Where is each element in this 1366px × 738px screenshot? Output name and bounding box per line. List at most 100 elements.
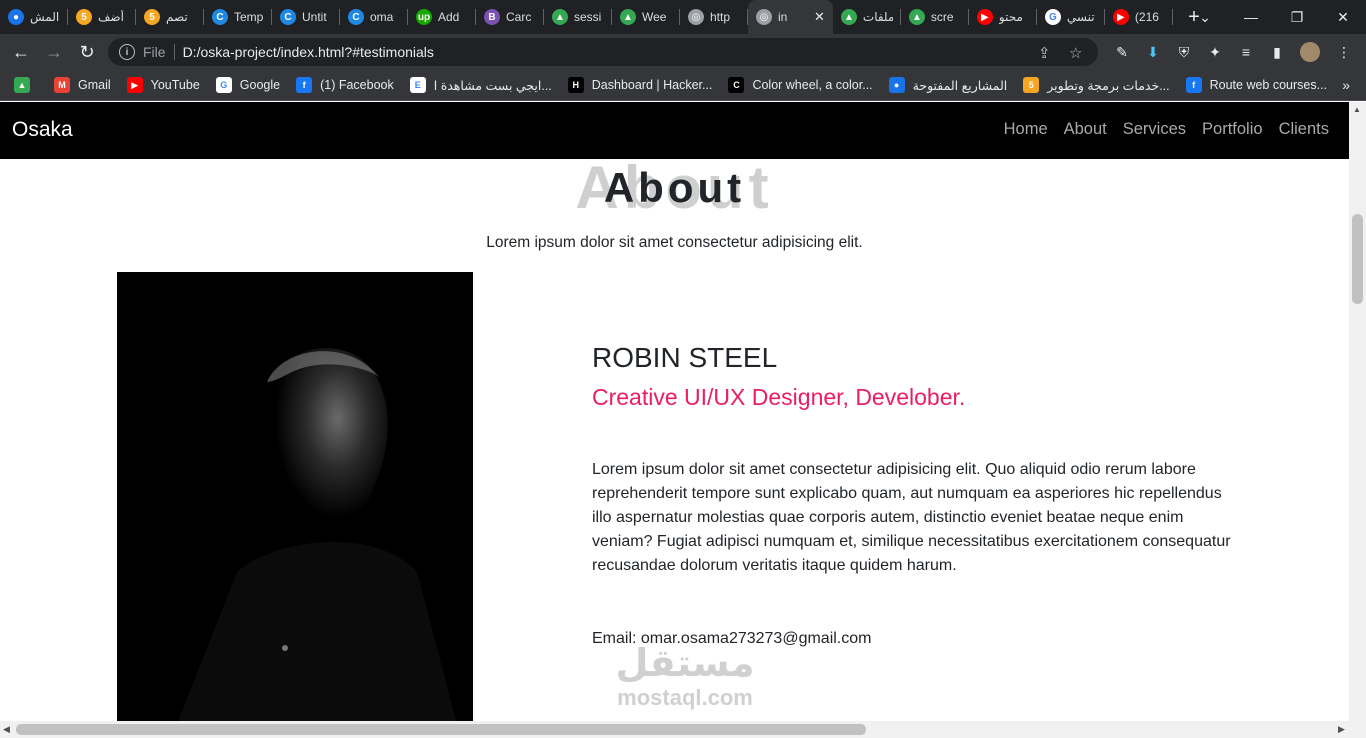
profile-photo [117, 272, 473, 721]
browser-tab[interactable]: ▲ ملفات [833, 0, 901, 34]
scroll-left-arrow-icon[interactable]: ◀ [3, 724, 10, 735]
tab-title: ملفات [862, 10, 893, 24]
about-title: About [603, 164, 746, 211]
browser-tab[interactable]: ▶ محتو [969, 0, 1037, 34]
bookmark-label: Color wheel, a color... [752, 78, 873, 92]
browser-tab[interactable]: B Carc [476, 0, 544, 34]
extensions-puzzle-icon[interactable]: ✦ [1205, 42, 1225, 62]
extension-pen-icon[interactable]: ✎ [1112, 42, 1132, 62]
about-heading: About About [0, 158, 1349, 218]
scroll-up-arrow-icon[interactable]: ▲ [1353, 105, 1361, 114]
minimize-button[interactable]: — [1228, 0, 1274, 34]
tab-title: sessi [574, 10, 602, 24]
nav-link-portfolio[interactable]: Portfolio [1202, 120, 1263, 139]
browser-tab[interactable]: ◎ http [680, 0, 748, 34]
browser-tab[interactable]: 5 تصم [136, 0, 204, 34]
bookmark-item[interactable]: ▶ YouTube [126, 77, 200, 93]
bookmark-item[interactable]: M Gmail [54, 77, 111, 93]
side-panel-icon[interactable]: ▮ [1267, 42, 1287, 62]
browser-tab[interactable]: 5 أضف [68, 0, 136, 34]
bookmark-favicon-icon: E [409, 77, 426, 93]
download-icon[interactable]: ⬇ [1143, 42, 1163, 62]
bookmark-star-icon[interactable]: ☆ [1069, 44, 1082, 62]
tab-title: تصم [166, 10, 188, 24]
bookmark-item[interactable]: f Route web courses... [1185, 77, 1328, 93]
bookmark-item[interactable]: 5 خدمات برمجة وتطوير... [1023, 77, 1170, 93]
nav-link-home[interactable]: Home [1004, 120, 1048, 139]
browser-tab[interactable]: G تنسي [1037, 0, 1105, 34]
profile-name: ROBIN STEEL [592, 342, 778, 373]
bookmarks-overflow-icon[interactable]: » [1342, 77, 1350, 93]
tab-favicon-icon: G [1044, 9, 1061, 25]
tab-favicon-icon: ▶ [1112, 9, 1129, 25]
browser-tab[interactable]: ▲ sessi [544, 0, 612, 34]
browser-toolbar: ← → ↻ i File D:/oska-project/index.html?… [0, 34, 1366, 70]
nav-link-clients[interactable]: Clients [1279, 120, 1329, 139]
scroll-right-arrow-icon[interactable]: ▶ [1338, 724, 1345, 735]
browser-tab[interactable]: up Add [408, 0, 476, 34]
scheme-label: File [143, 44, 166, 60]
shield-icon[interactable]: ⛨ [1174, 42, 1194, 62]
tab-title: أضف [98, 10, 124, 24]
bookmark-item[interactable]: H Dashboard | Hacker... [567, 77, 712, 93]
bookmark-item[interactable]: ▲ [14, 77, 38, 93]
tab-search-icon[interactable]: ⌄ [1182, 0, 1228, 34]
vertical-scrollbar[interactable]: ▲ [1349, 102, 1366, 721]
forward-icon[interactable]: → [42, 40, 66, 64]
browser-tab[interactable]: ▶ (216 [1105, 0, 1173, 34]
watermark-latin: mostaql.com [617, 685, 753, 710]
vertical-scroll-thumb[interactable] [1352, 214, 1363, 304]
close-window-button[interactable]: ✕ [1320, 0, 1366, 34]
browser-tab[interactable]: ▲ Wee [612, 0, 680, 34]
browser-tab[interactable]: C Temp [204, 0, 272, 34]
browser-tab[interactable]: Coma [340, 0, 408, 34]
tab-favicon-icon: C [348, 9, 364, 25]
tab-title: Add [438, 10, 460, 24]
tab-favicon-icon: C [280, 9, 296, 25]
bookmark-item[interactable]: G Google [215, 77, 281, 93]
browser-tab[interactable]: ▲ scre [901, 0, 969, 34]
bookmark-item[interactable]: C Color wheel, a color... [728, 77, 873, 93]
tab-separator [1171, 9, 1173, 25]
horizontal-scroll-thumb[interactable] [16, 724, 866, 735]
nav-link-about[interactable]: About [1064, 120, 1107, 139]
nav-link-services[interactable]: Services [1123, 120, 1186, 139]
bookmark-label: YouTube [150, 78, 200, 92]
tab-close-icon[interactable]: ✕ [814, 9, 825, 25]
bookmark-item[interactable]: ● المشاريع المفتوحة [888, 77, 1007, 93]
profile-role: Creative UI/UX Designer, Develober. [592, 384, 966, 410]
bookmark-label: Gmail [78, 78, 111, 92]
browser-tab[interactable]: ● المش [0, 0, 68, 34]
address-bar[interactable]: i File D:/oska-project/index.html?#testi… [108, 38, 1098, 66]
profile-info: ROBIN STEEL Creative UI/UX Designer, Dev… [592, 342, 1242, 648]
tab-favicon-icon: C [212, 9, 228, 25]
tab-favicon-icon: ▲ [840, 9, 857, 25]
browser-tab[interactable]: ◎ in ✕ [748, 0, 833, 34]
site-brand[interactable]: Osaka [12, 118, 73, 142]
url-text[interactable]: D:/oska-project/index.html?#testimonials [183, 44, 434, 60]
bookmark-label: Google [239, 78, 281, 92]
reload-icon[interactable]: ↻ [75, 40, 99, 64]
tab-title: oma [370, 10, 394, 24]
browser-tab[interactable]: C Untit [272, 0, 340, 34]
restore-button[interactable]: ❐ [1274, 0, 1320, 34]
tab-favicon-icon: ▲ [908, 9, 925, 25]
watermark-arabic: مستقل [615, 643, 755, 685]
bookmark-label: Route web courses... [1209, 78, 1328, 92]
bookmark-favicon-icon: 5 [1023, 77, 1040, 93]
mostaql-watermark: مستقل mostaql.com [600, 642, 770, 710]
bookmark-item[interactable]: f (1) Facebook [296, 77, 394, 93]
tab-title: محتو [998, 10, 1023, 24]
share-icon[interactable]: ⇪ [1038, 44, 1051, 62]
site-info-icon[interactable]: i [119, 44, 135, 60]
omnibox-divider [173, 44, 175, 60]
bookmark-favicon-icon: ▲ [14, 77, 30, 93]
tab-favicon-icon: ▲ [552, 9, 568, 25]
profile-avatar[interactable] [1300, 42, 1320, 62]
back-icon[interactable]: ← [9, 40, 33, 64]
tab-title: scre [930, 10, 954, 24]
media-control-icon[interactable]: ≡ [1236, 42, 1256, 62]
horizontal-scrollbar[interactable]: ◀ ▶ [0, 721, 1366, 738]
menu-kebab-icon[interactable]: ⋮ [1334, 42, 1354, 62]
bookmark-item[interactable]: E ايجي بست مشاهدة ا... [409, 77, 552, 93]
